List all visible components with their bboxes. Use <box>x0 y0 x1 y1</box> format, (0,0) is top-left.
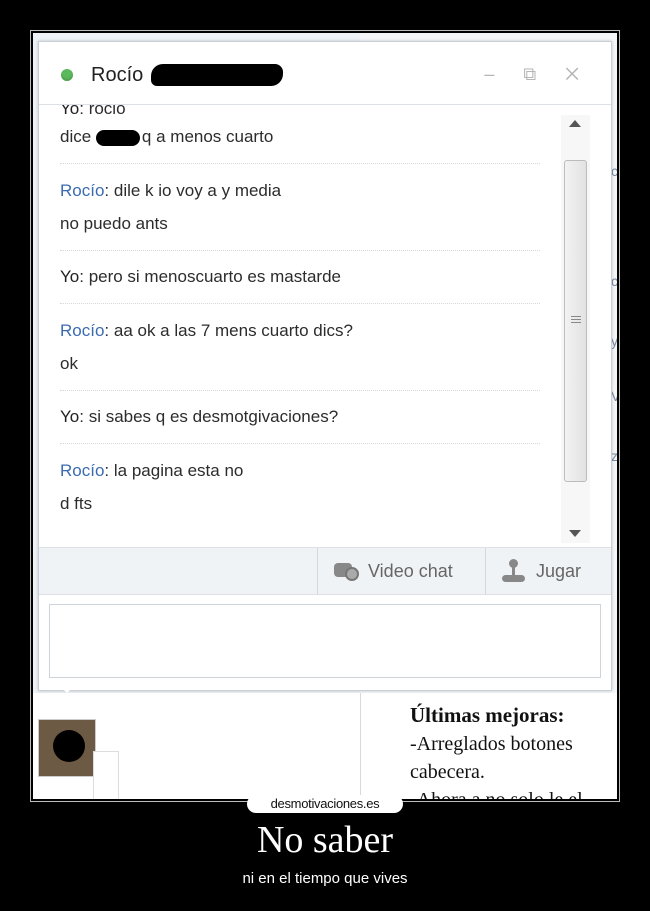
message-divider <box>60 250 540 251</box>
scroll-up-icon[interactable] <box>569 120 581 127</box>
redaction-mark <box>151 64 283 86</box>
message-scrollbar[interactable] <box>561 115 590 543</box>
site-watermark: desmotivaciones.es <box>247 795 403 813</box>
video-chat-label: Video chat <box>368 560 453 581</box>
video-chat-button[interactable]: Video chat <box>317 548 486 594</box>
video-camera-icon <box>332 559 359 583</box>
scroll-thumb[interactable] <box>564 160 587 482</box>
background-box <box>93 751 119 799</box>
message-divider <box>60 390 540 391</box>
message-list: Yo: rocio dice q a menos cuarto Rocío: d… <box>39 105 567 546</box>
message-line: Rocío: la pagina esta no <box>60 461 244 480</box>
message-line: d fts <box>60 494 93 513</box>
message-line: no puedo ants <box>60 214 168 233</box>
screenshot: c c y V z Últimas mejoras: -Arreglados b… <box>33 33 617 799</box>
message-divider <box>60 163 540 164</box>
chat-pointer <box>55 681 79 693</box>
poster-subtitle: ni en el tiempo que vives <box>242 870 408 887</box>
online-status-icon <box>61 69 73 81</box>
message-line: dice q a menos cuarto <box>60 127 274 146</box>
message-input[interactable] <box>49 604 601 678</box>
poster-title: No saber <box>256 819 394 861</box>
chat-window: Rocío – ⧉ ✕ Yo: rocio dice q a menos cua… <box>38 41 612 691</box>
play-game-button[interactable]: Jugar <box>485 548 612 594</box>
message-divider <box>60 443 540 444</box>
message-divider <box>60 303 540 304</box>
redaction-mark <box>95 129 140 146</box>
scroll-down-icon[interactable] <box>569 530 581 537</box>
avatar[interactable] <box>38 719 96 777</box>
message-line: Rocío: aa ok a las 7 mens cuarto dics? <box>60 321 353 340</box>
chat-header: Rocío – ⧉ ✕ <box>39 42 611 105</box>
chat-toolbar: Video chat Jugar <box>39 547 611 595</box>
improvements-title: Últimas mejoras: <box>410 703 565 727</box>
improvements-line: cabecera. <box>410 761 485 783</box>
improvements-line: -Ahora a no solo le el <box>410 789 583 799</box>
improvements-line: -Arreglados botones <box>410 733 573 755</box>
message-line: Rocío: dile k io voy a y media <box>60 181 282 200</box>
play-game-label: Jugar <box>536 560 582 581</box>
message-line: ok <box>60 354 78 373</box>
window-controls[interactable]: – ⧉ ✕ <box>484 64 591 85</box>
message-line: Yo: rocio <box>60 105 126 118</box>
contact-name[interactable]: Rocío <box>91 64 143 87</box>
message-line: Yo: si sabes q es desmotgivaciones? <box>60 407 339 426</box>
message-line: Yo: pero si menoscuarto es mastarde <box>60 267 341 286</box>
grip-icon <box>571 316 581 325</box>
joystick-icon <box>500 559 526 583</box>
